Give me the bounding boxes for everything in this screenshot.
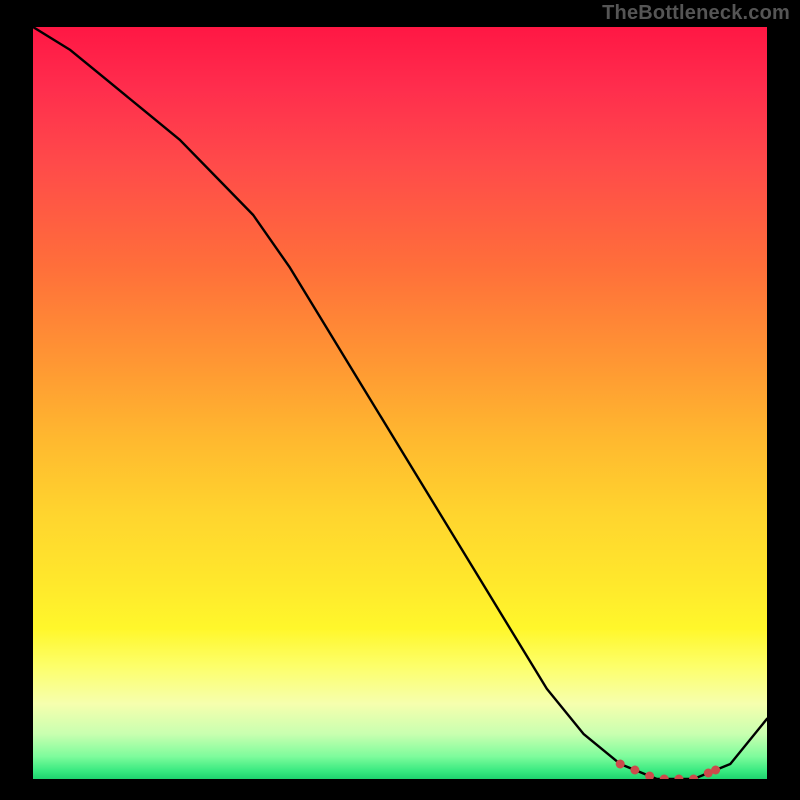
highlight-dot: [711, 766, 720, 775]
watermark-label: TheBottleneck.com: [602, 2, 790, 25]
highlight-dot: [660, 775, 669, 780]
bottleneck-curve: [33, 27, 767, 779]
highlight-dots: [616, 760, 720, 780]
highlight-dot: [645, 772, 654, 780]
chart-frame: TheBottleneck.com: [0, 0, 800, 800]
highlight-dot: [689, 775, 698, 780]
highlight-dot: [630, 766, 639, 775]
plot-area: [33, 27, 767, 779]
highlight-dot: [616, 760, 625, 769]
highlight-dot: [674, 775, 683, 780]
chart-svg: [33, 27, 767, 779]
